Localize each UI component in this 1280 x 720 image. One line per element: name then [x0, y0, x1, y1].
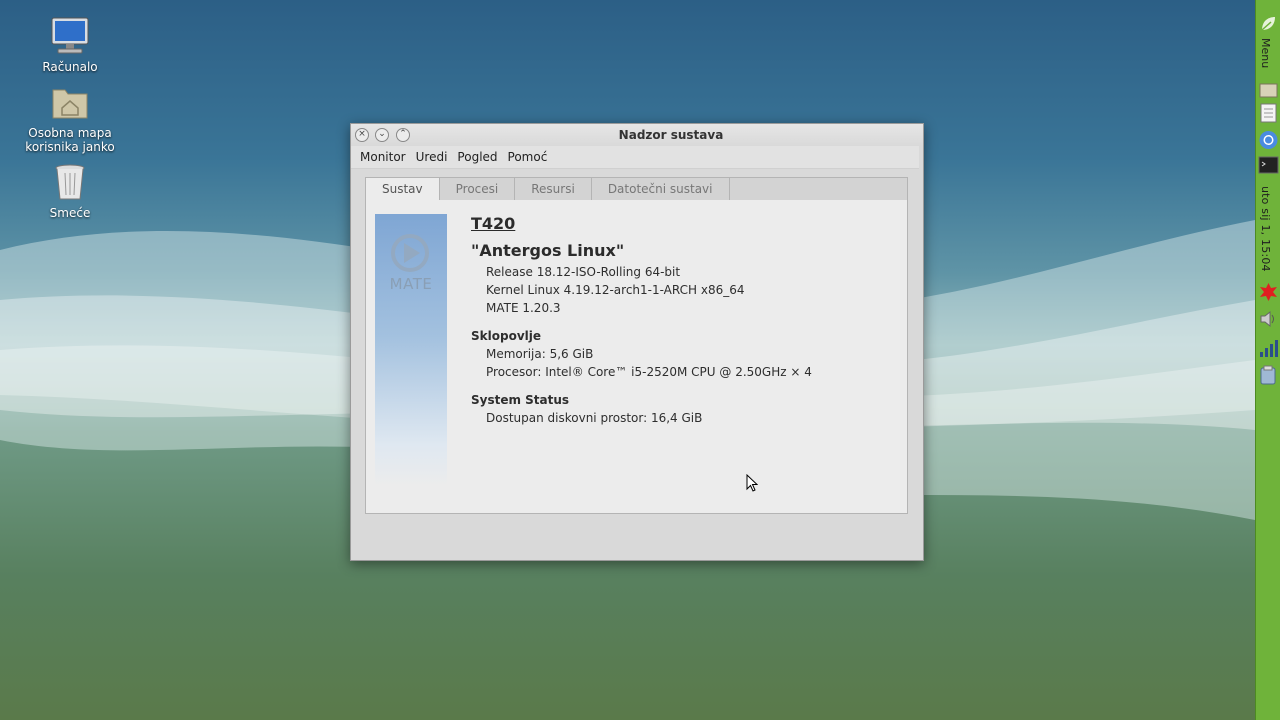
updates-icon[interactable] — [1258, 282, 1279, 302]
menu-leaf-icon[interactable] — [1258, 14, 1279, 34]
menu-pomoc[interactable]: Pomoć — [508, 148, 553, 168]
hardware-heading: Sklopovlje — [471, 329, 542, 343]
distro-name: "Antergos Linux" — [471, 241, 625, 260]
processor-line: Procesor: Intel® Core™ i5-2520M CPU @ 2.… — [486, 365, 812, 379]
menu-button[interactable]: Menu — [1259, 38, 1272, 68]
network-icon[interactable] — [1258, 338, 1279, 358]
chromium-icon[interactable] — [1258, 130, 1279, 150]
side-panel: Menu uto sij 1, 15:04 — [1255, 0, 1280, 720]
window-title: Nadzor sustava — [618, 128, 724, 142]
mate-logo-icon — [391, 234, 429, 272]
distro-logo-strip: MATE — [375, 214, 447, 486]
clipboard-icon[interactable] — [1258, 365, 1279, 385]
system-page: MATE T420 "Antergos Linux" Release 18.12… — [365, 200, 908, 514]
memory-line: Memorija: 5,6 GiB — [486, 347, 594, 361]
desktop-icon-trash[interactable]: Smeće — [20, 162, 120, 220]
logo-text: MATE — [389, 275, 433, 293]
desktop-icon-label: Računalo — [42, 60, 98, 74]
disk-line: Dostupan diskovni prostor: 16,4 GiB — [486, 411, 703, 425]
files-icon[interactable] — [1258, 80, 1279, 100]
hostname[interactable]: T420 — [471, 214, 897, 238]
mouse-cursor-icon — [746, 474, 758, 492]
status-heading: System Status — [471, 393, 570, 407]
trash-icon — [50, 162, 90, 202]
desktop-icon-label: Smeće — [49, 206, 91, 220]
home-folder-icon — [50, 82, 90, 122]
clock[interactable]: uto sij 1, 15:04 — [1259, 186, 1272, 272]
titlebar[interactable]: × ⌄ ⌃ Nadzor sustava — [351, 124, 923, 146]
tab-sustav[interactable]: Sustav — [366, 178, 440, 200]
menu-pogled[interactable]: Pogled — [457, 148, 502, 168]
release-line: Release 18.12-ISO-Rolling 64-bit — [486, 265, 681, 279]
kernel-line: Kernel Linux 4.19.12-arch1-1-ARCH x86_64 — [486, 283, 745, 297]
terminal-icon[interactable] — [1258, 155, 1279, 175]
volume-icon[interactable] — [1258, 309, 1279, 329]
desktop-icon-label: Osobna mapa korisnika janko — [25, 126, 115, 154]
tab-resursi[interactable]: Resursi — [515, 178, 592, 200]
desktop-icon-home[interactable]: Osobna mapa korisnika janko — [20, 82, 120, 154]
tab-procesi[interactable]: Procesi — [440, 178, 516, 200]
text-editor-icon[interactable] — [1258, 103, 1279, 123]
desktop-version-line: MATE 1.20.3 — [486, 301, 561, 315]
menu-monitor[interactable]: Monitor — [360, 148, 411, 168]
menubar: Monitor Uredi Pogled Pomoć — [351, 146, 919, 169]
system-info: T420 "Antergos Linux" Release 18.12-ISO-… — [471, 214, 897, 427]
notebook: Sustav Procesi Resursi Datotečni sustavi… — [365, 177, 908, 514]
desktop-icon-computer[interactable]: Računalo — [20, 16, 120, 74]
menu-uredi[interactable]: Uredi — [416, 148, 453, 168]
system-monitor-window: × ⌄ ⌃ Nadzor sustava Monitor Uredi Pogle… — [350, 123, 924, 561]
tab-bar: Sustav Procesi Resursi Datotečni sustavi — [365, 177, 908, 200]
computer-icon — [50, 16, 90, 56]
tab-datotecni-sustavi[interactable]: Datotečni sustavi — [592, 178, 730, 200]
